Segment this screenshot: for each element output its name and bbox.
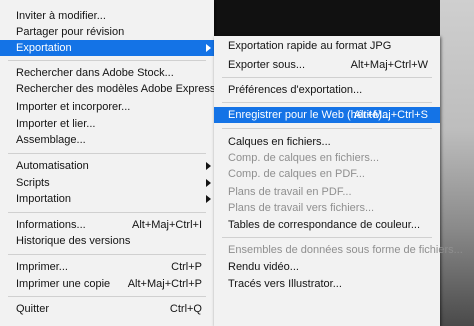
menu-item-invite-to-edit[interactable]: Inviter à modifier... [0,8,214,24]
menu-item-label: Exporter sous... [228,59,306,71]
menu-item-label: Scripts [16,177,50,189]
separator [222,102,432,103]
menu-item-label: Préférences d'exportation... [228,84,363,96]
menu-item-label: Importer et lier... [16,118,96,130]
menu-item-label: Importer et incorporer... [16,101,131,113]
menu-item-print[interactable]: Imprimer... Ctrl+P [0,259,214,275]
menu-item-label: Tracés vers Illustrator... [228,278,342,290]
menu-item-automate[interactable]: Automatisation [0,158,214,174]
menu-item-label: Comp. de calques en PDF... [228,168,365,180]
menu-item-label: Importation [16,193,72,205]
menu-item-label: Historique des versions [16,235,131,247]
export-submenu: Exportation rapide au format JPG Exporte… [214,36,463,326]
menu-item-shortcut: Ctrl+Q [169,303,202,315]
submenu-item-layers-to-files[interactable]: Calques en fichiers... [214,134,440,150]
submenu-item-artboards-to-pdf[interactable]: Plans de travail en PDF... [214,184,440,200]
menu-item-label: Rechercher des modèles Adobe Express... [16,83,225,95]
submenu-item-quick-export-jpg[interactable]: Exportation rapide au format JPG [214,38,440,54]
separator [8,296,206,297]
separator [222,237,432,238]
submenu-arrow-icon [206,162,211,170]
separator [222,77,432,78]
submenu-item-artboards-to-files[interactable]: Plans de travail vers fichiers... [214,200,440,216]
separator [222,128,432,129]
menu-item-package[interactable]: Assemblage... [0,132,214,148]
menu-item-label: Quitter [16,303,50,315]
menu-item-shortcut: Ctrl+P [171,261,202,273]
menu-item-place-linked[interactable]: Importer et lier... [0,116,214,132]
submenu-item-save-for-web[interactable]: Enregistrer pour le Web (hérité)... Alt+… [214,107,440,123]
submenu-item-layer-comps-to-pdf[interactable]: Comp. de calques en PDF... [214,166,440,182]
menu-item-label: Inviter à modifier... [16,10,106,22]
submenu-item-export-preferences[interactable]: Préférences d'exportation... [214,82,440,98]
menu-item-label: Imprimer... [16,261,68,273]
menu-item-search-adobe-stock[interactable]: Rechercher dans Adobe Stock... [0,65,214,81]
menu-item-file-info[interactable]: Informations... Alt+Maj+Ctrl+I [0,217,214,233]
submenu-item-layer-comps-to-files[interactable]: Comp. de calques en fichiers... [214,150,440,166]
menu-item-label: Exportation [16,42,72,54]
submenu-arrow-icon [206,179,211,187]
menu-item-search-adobe-express-templates[interactable]: Rechercher des modèles Adobe Express... [0,81,225,97]
separator [8,60,206,61]
file-menu: Inviter à modifier... Partager pour révi… [0,0,225,326]
menu-item-label: Rendu vidéo... [228,261,299,273]
menu-item-export[interactable]: Exportation [0,40,214,56]
menu-item-shortcut: Alt+Maj+Ctrl+S [353,109,428,121]
menu-item-label: Ensembles de données sous forme de fichi… [228,244,463,256]
separator [8,254,206,255]
menu-item-quit[interactable]: Quitter Ctrl+Q [0,301,214,317]
menu-item-import[interactable]: Importation [0,191,214,207]
menu-item-label: Automatisation [16,160,89,172]
menu-item-version-history[interactable]: Historique des versions [0,233,214,249]
canvas-image [440,0,474,326]
menu-item-label: Comp. de calques en fichiers... [228,152,380,164]
submenu-arrow-icon [206,195,211,203]
submenu-item-paths-to-illustrator[interactable]: Tracés vers Illustrator... [214,276,440,292]
menu-item-scripts[interactable]: Scripts [0,175,214,191]
menu-item-label: Plans de travail en PDF... [228,186,352,198]
menu-item-shortcut: Alt+Maj+Ctrl+W [350,59,428,71]
menu-item-label: Rechercher dans Adobe Stock... [16,67,174,79]
separator [8,212,206,213]
menu-item-share-for-review[interactable]: Partager pour révision [0,24,214,40]
submenu-item-render-video[interactable]: Rendu vidéo... [214,259,440,275]
menu-item-place-embedded[interactable]: Importer et incorporer... [0,99,214,115]
separator [8,153,206,154]
menu-item-shortcut: Alt+Maj+Ctrl+P [127,278,202,290]
submenu-arrow-icon [206,44,211,52]
menu-item-shortcut: Alt+Maj+Ctrl+I [132,219,202,231]
menu-item-label: Exportation rapide au format JPG [228,40,392,52]
submenu-item-color-lookup-tables[interactable]: Tables de correspondance de couleur... [214,217,440,233]
menu-item-print-one-copy[interactable]: Imprimer une copie Alt+Maj+Ctrl+P [0,276,214,292]
menu-item-label: Partager pour révision [16,26,125,38]
menu-item-label: Imprimer une copie [16,278,111,290]
menu-item-label: Tables de correspondance de couleur... [228,219,421,231]
menu-item-label: Calques en fichiers... [228,136,331,148]
menu-item-label: Assemblage... [16,134,86,146]
submenu-item-data-sets-as-files[interactable]: Ensembles de données sous forme de fichi… [214,242,463,258]
menu-item-label: Informations... [16,219,86,231]
menu-item-label: Plans de travail vers fichiers... [228,202,375,214]
submenu-item-export-as[interactable]: Exporter sous... Alt+Maj+Ctrl+W [214,57,440,73]
